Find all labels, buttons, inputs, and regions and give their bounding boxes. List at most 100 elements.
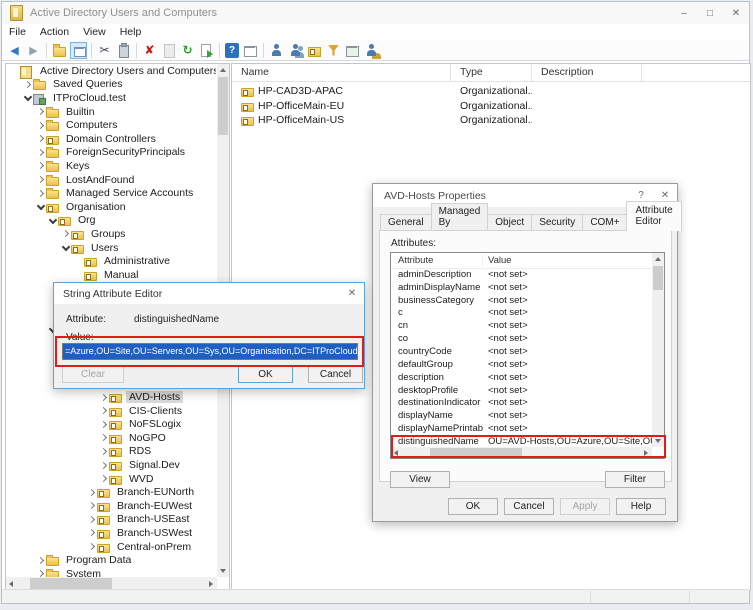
paste-icon[interactable] bbox=[115, 42, 132, 59]
show-hide-console-tree-icon[interactable] bbox=[70, 42, 87, 59]
cancel-button[interactable]: Cancel bbox=[308, 366, 363, 383]
scrollbar-thumb[interactable] bbox=[218, 77, 228, 135]
tree-item[interactable]: Active Directory Users and Computers [AD… bbox=[6, 64, 216, 78]
tree-expand-chevron[interactable] bbox=[99, 431, 109, 444]
tree-expand-chevron[interactable] bbox=[99, 459, 109, 472]
tree-item[interactable]: LostAndFound bbox=[6, 173, 216, 187]
attribute-row[interactable]: displayName <not set> bbox=[391, 409, 652, 422]
delegate-control-icon[interactable] bbox=[363, 42, 380, 59]
tree-expand-chevron[interactable] bbox=[36, 200, 46, 213]
scroll-left-arrow[interactable] bbox=[6, 578, 18, 590]
tree-item[interactable]: Domain Controllers bbox=[6, 132, 216, 146]
tree-item[interactable]: Users bbox=[6, 241, 216, 255]
attribute-row[interactable]: cn <not set> bbox=[391, 319, 652, 332]
tree-expand-chevron[interactable] bbox=[87, 513, 97, 526]
tree-item[interactable]: Program Data bbox=[6, 553, 216, 567]
tree-expand-chevron[interactable] bbox=[23, 78, 33, 91]
scrollbar-thumb[interactable] bbox=[30, 578, 112, 589]
scroll-down-arrow[interactable] bbox=[652, 435, 664, 447]
tree-expand-chevron[interactable] bbox=[87, 486, 97, 499]
attribute-row[interactable]: co <not set> bbox=[391, 332, 652, 345]
attribute-row[interactable]: destinationIndicator <not set> bbox=[391, 396, 652, 409]
tree-item[interactable]: RDS bbox=[6, 445, 216, 459]
tree-item[interactable]: Keys bbox=[6, 159, 216, 173]
tree-expand-chevron[interactable] bbox=[36, 159, 46, 172]
tree-expand-chevron[interactable] bbox=[10, 64, 20, 77]
tree-expand-chevron[interactable] bbox=[48, 214, 58, 227]
tree-expand-chevron[interactable] bbox=[36, 119, 46, 132]
tree-expand-chevron[interactable] bbox=[36, 554, 46, 567]
properties-tab[interactable]: Security bbox=[531, 214, 583, 231]
properties-window-icon[interactable] bbox=[242, 42, 259, 59]
tree-expand-chevron[interactable] bbox=[36, 105, 46, 118]
tree-expand-chevron[interactable] bbox=[36, 173, 46, 186]
properties-tab[interactable]: General bbox=[380, 214, 432, 231]
attribute-column-header[interactable]: Attribute bbox=[391, 255, 483, 266]
export-list-icon[interactable] bbox=[198, 42, 215, 59]
attribute-row[interactable]: description <not set> bbox=[391, 371, 652, 384]
scrollbar-thumb[interactable] bbox=[430, 448, 522, 457]
list-row[interactable]: HP-OfficeMain-US Organizational... bbox=[232, 113, 750, 128]
minimize-button[interactable]: – bbox=[671, 2, 697, 24]
properties-tab[interactable]: Managed By bbox=[431, 203, 489, 231]
scrollbar-thumb[interactable] bbox=[653, 266, 663, 290]
properties-tab[interactable]: Object bbox=[487, 214, 532, 231]
new-ou-icon[interactable] bbox=[306, 42, 323, 59]
tree-expand-chevron[interactable] bbox=[87, 540, 97, 553]
up-one-level-icon[interactable] bbox=[51, 42, 68, 59]
tree-item[interactable]: Signal.Dev bbox=[6, 458, 216, 472]
column-header-name[interactable]: Name bbox=[232, 64, 451, 81]
new-group-icon[interactable] bbox=[287, 42, 304, 59]
attributes-horizontal-scrollbar[interactable] bbox=[391, 447, 652, 458]
column-header-description[interactable]: Description bbox=[532, 64, 642, 81]
delete-icon[interactable]: ✘ bbox=[141, 42, 158, 59]
tree-item[interactable]: Manual bbox=[6, 268, 216, 282]
tree-expand-chevron[interactable] bbox=[74, 255, 84, 268]
cancel-button[interactable]: Cancel bbox=[504, 498, 554, 515]
tree-expand-chevron[interactable] bbox=[99, 418, 109, 431]
attribute-row[interactable]: adminDisplayName <not set> bbox=[391, 281, 652, 294]
tree-expand-chevron[interactable] bbox=[36, 132, 46, 145]
help-button[interactable]: Help bbox=[616, 498, 666, 515]
menu-item[interactable]: View bbox=[76, 26, 113, 38]
ok-button[interactable]: OK bbox=[448, 498, 498, 515]
tree-item[interactable]: Branch-USWest bbox=[6, 526, 216, 540]
tree-expand-chevron[interactable] bbox=[87, 526, 97, 539]
view-button[interactable]: View bbox=[390, 471, 450, 488]
tree-item[interactable]: NoGPO bbox=[6, 431, 216, 445]
tree-item[interactable]: Administrative bbox=[6, 254, 216, 268]
tree-expand-chevron[interactable] bbox=[36, 146, 46, 159]
value-input[interactable]: =Azure,OU=Site,OU=Servers,OU=Sys,OU=Orga… bbox=[62, 343, 358, 360]
attribute-row[interactable]: adminDescription <not set> bbox=[391, 268, 652, 281]
scroll-right-arrow[interactable] bbox=[205, 578, 217, 590]
tree-item[interactable]: Groups bbox=[6, 227, 216, 241]
tree-item[interactable]: Managed Service Accounts bbox=[6, 186, 216, 200]
set-filter-icon[interactable] bbox=[325, 42, 342, 59]
scroll-left-arrow[interactable] bbox=[391, 447, 403, 458]
title-bar[interactable]: Active Directory Users and Computers – □… bbox=[2, 2, 749, 24]
tree-item[interactable]: Branch-USEast bbox=[6, 513, 216, 527]
scroll-up-arrow[interactable] bbox=[652, 253, 664, 265]
back-icon[interactable]: ◀ bbox=[6, 42, 23, 59]
tree-item[interactable]: Saved Queries bbox=[6, 78, 216, 92]
attribute-row[interactable]: distinguishedName OU=AVD-Hosts,OU=Azure,… bbox=[391, 435, 652, 448]
tree-expand-chevron[interactable] bbox=[61, 241, 71, 254]
cut-icon[interactable]: ✂ bbox=[96, 42, 113, 59]
ok-button[interactable]: OK bbox=[238, 366, 293, 383]
tree-expand-chevron[interactable] bbox=[99, 404, 109, 417]
value-column-header[interactable]: Value bbox=[483, 255, 664, 266]
tree-expand-chevron[interactable] bbox=[99, 445, 109, 458]
tree-item[interactable]: Org bbox=[6, 214, 216, 228]
string-editor-titlebar[interactable]: String Attribute Editor ✕ bbox=[54, 283, 364, 304]
tree-item[interactable]: Computers bbox=[6, 118, 216, 132]
properties-tab[interactable]: COM+ bbox=[582, 214, 627, 231]
tree-expand-chevron[interactable] bbox=[99, 391, 109, 404]
tree-item[interactable]: CIS-Clients bbox=[6, 404, 216, 418]
tree-expand-chevron[interactable] bbox=[61, 227, 71, 240]
refresh-icon[interactable]: ↻ bbox=[179, 42, 196, 59]
attribute-row[interactable]: defaultGroup <not set> bbox=[391, 358, 652, 371]
tree-item[interactable]: WVD bbox=[6, 472, 216, 486]
tree-item[interactable]: AVD-Hosts bbox=[6, 390, 216, 404]
menu-item[interactable]: Action bbox=[33, 26, 76, 38]
forward-icon[interactable]: ▶ bbox=[25, 42, 42, 59]
